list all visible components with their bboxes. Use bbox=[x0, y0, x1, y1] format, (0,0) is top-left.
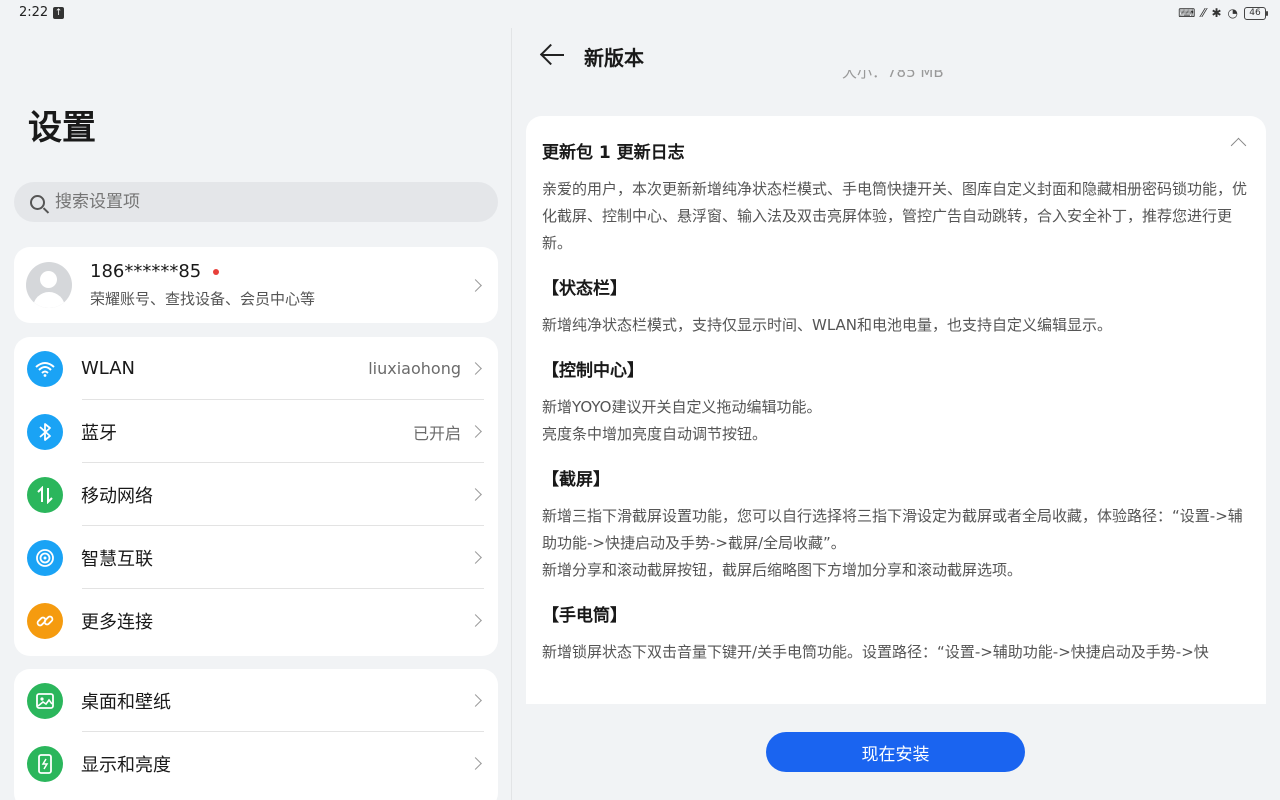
install-now-button[interactable]: 现在安装 bbox=[766, 732, 1025, 772]
display-icon bbox=[27, 745, 63, 782]
section-title: 【控制中心】 bbox=[542, 361, 644, 381]
changelog-intro: 亲爱的用户，本次更新新增纯净状态栏模式、手电筒快捷开关、图库自定义封面和隐藏相册… bbox=[542, 180, 1248, 252]
account-card[interactable]: 186******85 荣耀账号、查找设备、会员中心等 bbox=[14, 247, 498, 323]
wlan-label: WLAN bbox=[81, 358, 136, 379]
chevron-right-icon bbox=[469, 757, 482, 770]
status-icons: ⌨ ⁄⁄ ✱ ◔ 46 bbox=[1178, 6, 1268, 20]
settings-panel: 设置 186******85 荣耀账号、查找设备、会员中心等 WLAN liux… bbox=[0, 28, 511, 800]
status-bar: 2:22 ↑ ⌨ ⁄⁄ ✱ ◔ 46 bbox=[0, 0, 1280, 28]
avatar bbox=[26, 262, 72, 308]
account-name: 186******85 bbox=[90, 261, 202, 282]
changelog-card: 更新包 1 更新日志 亲爱的用户，本次更新新增纯净状态栏模式、手电筒快捷开关、图… bbox=[526, 116, 1266, 704]
wallpaper-icon bbox=[27, 682, 63, 719]
chevron-right-icon bbox=[469, 362, 482, 375]
wlan-value: liuxiaohong bbox=[368, 359, 461, 378]
link-icon bbox=[27, 602, 63, 639]
section-line: 新增分享和滚动截屏按钮，截屏后缩略图下方增加分享和滚动截屏选项。 bbox=[542, 561, 1023, 579]
search-icon bbox=[30, 194, 45, 210]
package-size: 大小：785 MB bbox=[842, 70, 944, 81]
section-title: 【状态栏】 bbox=[542, 279, 627, 299]
upload-icon: ↑ bbox=[53, 7, 64, 19]
sidebar-item-more-connections[interactable]: 更多连接 bbox=[14, 589, 498, 652]
sidebar-item-bluetooth[interactable]: 蓝牙 已开启 bbox=[14, 400, 498, 463]
bluetooth-status-icon: ✱ bbox=[1211, 6, 1222, 20]
wallpaper-label: 桌面和壁纸 bbox=[81, 691, 171, 713]
sidebar-item-wlan[interactable]: WLAN liuxiaohong bbox=[14, 337, 498, 400]
section-title: 【截屏】 bbox=[542, 470, 610, 490]
sidebar-item-wallpaper[interactable]: 桌面和壁纸 bbox=[14, 669, 498, 732]
bluetooth-icon bbox=[27, 413, 63, 450]
chevron-right-icon bbox=[469, 488, 482, 501]
section-line: 新增YOYO建议开关自定义拖动编辑功能。 bbox=[542, 398, 822, 416]
notification-dot bbox=[213, 268, 220, 275]
section-title: 【手电筒】 bbox=[542, 606, 627, 626]
account-subtitle: 荣耀账号、查找设备、会员中心等 bbox=[90, 290, 316, 308]
page-title: 设置 bbox=[28, 108, 96, 148]
display-group: 桌面和壁纸 显示和亮度 bbox=[14, 669, 498, 800]
back-arrow-icon[interactable] bbox=[540, 42, 566, 68]
sidebar-item-display[interactable]: 显示和亮度 bbox=[14, 732, 498, 795]
chevron-right-icon bbox=[469, 614, 482, 627]
section-line: 新增三指下滑截屏设置功能，您可以自行选择将三指下滑设定为截屏或者全局收藏，体验路… bbox=[542, 507, 1243, 552]
sidebar-item-mobile-network[interactable]: 移动网络 bbox=[14, 463, 498, 526]
chevron-up-icon[interactable] bbox=[1230, 137, 1247, 154]
search-input[interactable] bbox=[55, 192, 455, 212]
bluetooth-value: 已开启 bbox=[412, 423, 461, 443]
update-title: 新版本 bbox=[584, 46, 644, 70]
wifi-icon bbox=[27, 350, 63, 387]
sidebar-item-smart-connect[interactable]: 智慧互联 bbox=[14, 526, 498, 589]
search-bar[interactable] bbox=[14, 182, 498, 222]
section-line: 新增锁屏状态下双击音量下键开/关手电筒功能。设置路径：“设置->辅助功能->快捷… bbox=[542, 643, 1209, 661]
smart-connect-label: 智慧互联 bbox=[81, 548, 153, 570]
chevron-right-icon bbox=[469, 694, 482, 707]
more-connections-label: 更多连接 bbox=[81, 611, 153, 633]
bluetooth-label: 蓝牙 bbox=[81, 422, 117, 444]
chevron-right-icon bbox=[469, 278, 482, 292]
wifi-status-icon: ◔ bbox=[1227, 6, 1238, 20]
smart-connect-icon bbox=[27, 539, 63, 576]
keyboard-icon: ⌨ bbox=[1178, 6, 1196, 20]
signal-icon: ⁄⁄ bbox=[1201, 6, 1206, 20]
battery-icon: 46 bbox=[1244, 6, 1268, 20]
changelog-header: 更新包 1 更新日志 bbox=[542, 143, 685, 163]
status-time: 2:22 bbox=[19, 5, 49, 20]
chevron-right-icon bbox=[469, 425, 482, 438]
section-line: 亮度条中增加亮度自动调节按钮。 bbox=[542, 425, 768, 443]
changelog-body: 亲爱的用户，本次更新新增纯净状态栏模式、手电筒快捷开关、图库自定义封面和隐藏相册… bbox=[542, 176, 1254, 666]
mobile-network-icon bbox=[27, 476, 63, 513]
update-panel: 新版本 大小：785 MB 更新包 1 更新日志 亲爱的用户，本次更新新增纯净状… bbox=[512, 28, 1280, 800]
connectivity-group: WLAN liuxiaohong 蓝牙 已开启 移动网络 智慧互联 更多连接 bbox=[14, 337, 498, 656]
mobile-network-label: 移动网络 bbox=[81, 485, 153, 507]
display-label: 显示和亮度 bbox=[81, 754, 171, 776]
section-line: 新增纯净状态栏模式，支持仅显示时间、WLAN和电池电量，也支持自定义编辑显示。 bbox=[542, 316, 1113, 334]
chevron-right-icon bbox=[469, 551, 482, 564]
